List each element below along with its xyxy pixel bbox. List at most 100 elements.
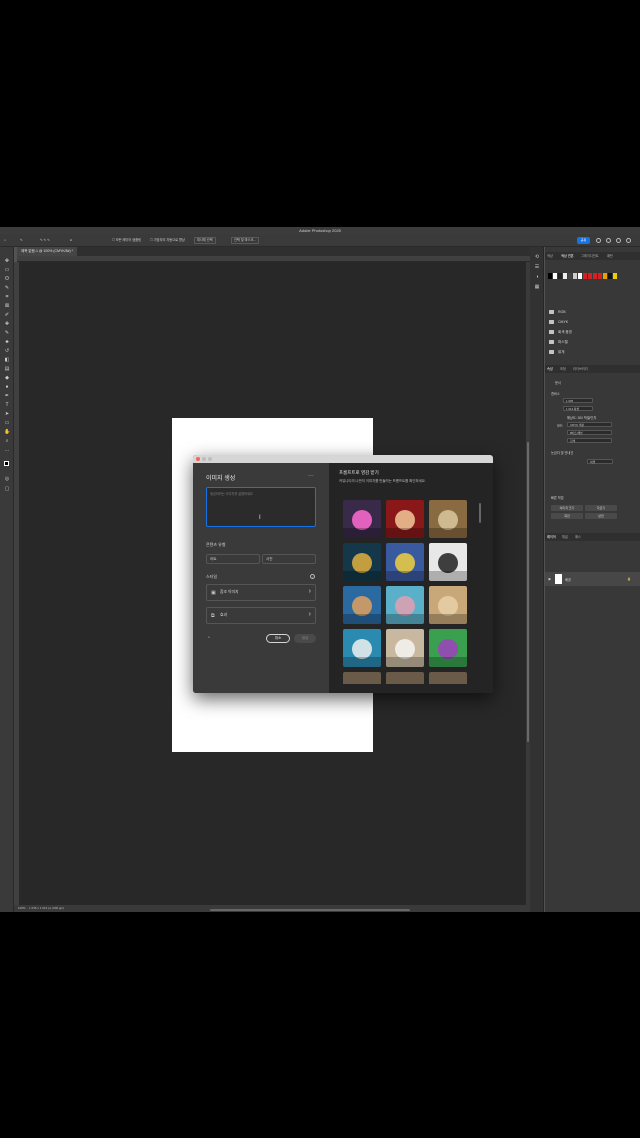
tab-layers[interactable]: 레이어 bbox=[547, 533, 556, 541]
inspiration-thumbnail-tropical-beach[interactable] bbox=[386, 586, 424, 624]
inspiration-thumbnail-party-lights[interactable] bbox=[343, 500, 381, 538]
scroll-thumb[interactable] bbox=[527, 442, 529, 742]
content-type-photo[interactable]: 사진 bbox=[262, 554, 316, 564]
crop-button[interactable]: 자르기 bbox=[585, 505, 617, 511]
swatch-folder-pastel[interactable]: 파스텔 bbox=[549, 338, 634, 347]
tab-properties[interactable]: 속성 bbox=[547, 365, 553, 373]
cancel-button[interactable]: 취소 bbox=[266, 634, 290, 643]
eyedropper-tool-icon[interactable]: ✐ bbox=[4, 313, 10, 318]
foreground-color-swatch[interactable] bbox=[4, 461, 9, 466]
inspiration-thumbnail-partial[interactable] bbox=[343, 672, 381, 684]
path-selection-icon[interactable]: ➤ bbox=[4, 412, 10, 417]
inspiration-thumbnail-tree-emblem[interactable] bbox=[429, 543, 467, 581]
close-dot-icon[interactable] bbox=[196, 457, 200, 461]
hand-tool-icon[interactable]: ✋ bbox=[4, 430, 10, 435]
image-size-button[interactable]: 이미지 크기 bbox=[551, 505, 583, 511]
inspiration-thumbnail-partial[interactable] bbox=[429, 672, 467, 684]
select-and-mask-button[interactable]: 선택 및 마스크... bbox=[231, 237, 260, 244]
adjustments-icon[interactable]: ◑ bbox=[534, 275, 540, 280]
zoom-tool-icon[interactable]: ⌕ bbox=[4, 439, 10, 444]
auto-enhance-checkbox[interactable]: ☐ 가장자리 자동으로 향상 bbox=[150, 237, 185, 243]
bit-depth-select[interactable]: 8비트/채널 bbox=[567, 430, 612, 435]
history-brush-icon[interactable]: ↺ bbox=[4, 349, 10, 354]
move-tool-icon[interactable]: ✥ bbox=[4, 259, 10, 264]
swatch-folder-grayscale[interactable]: 회색 음영 bbox=[549, 328, 634, 337]
inspiration-thumbnail-coffee-cup[interactable] bbox=[343, 629, 381, 667]
properties-icon[interactable]: ☰ bbox=[534, 265, 540, 270]
visibility-eye-icon[interactable]: ◉ bbox=[548, 577, 551, 581]
home-icon[interactable]: ⌂ bbox=[4, 237, 6, 243]
generate-button[interactable]: 생성 bbox=[294, 634, 316, 643]
sample-all-layers-checkbox[interactable]: ☐ 모든 레이어 샘플링 bbox=[112, 237, 141, 243]
cloud-icon[interactable] bbox=[596, 238, 601, 243]
tab-channels[interactable]: 채널 bbox=[562, 533, 568, 541]
quick-mask-icon[interactable]: ◎ bbox=[4, 477, 10, 482]
tab-paths[interactable]: 패스 bbox=[575, 533, 581, 541]
brush-tool-icon[interactable]: ✎ bbox=[4, 331, 10, 336]
effects-row[interactable]: ⧉ 효과 › bbox=[206, 607, 316, 624]
zoom-dot-icon[interactable] bbox=[208, 457, 212, 461]
swatch[interactable] bbox=[613, 273, 618, 279]
inspiration-thumbnail-neon-horse[interactable] bbox=[429, 629, 467, 667]
inspiration-thumbnail-soccer-player[interactable] bbox=[386, 543, 424, 581]
dodge-tool-icon[interactable]: ● bbox=[4, 385, 10, 390]
mode-select[interactable]: CMYK 색상 bbox=[567, 422, 612, 427]
history-icon[interactable]: ⟲ bbox=[534, 255, 540, 260]
prompt-input[interactable]: 생성하려는 이미지를 설명하세요 I bbox=[206, 487, 316, 527]
tab-color[interactable]: 색상 bbox=[547, 252, 553, 260]
inspiration-thumbnail-cartoon-girl[interactable] bbox=[343, 586, 381, 624]
height-field[interactable]: 1 613 픽셀 bbox=[563, 406, 593, 411]
brush-size-icon[interactable]: ● bbox=[70, 237, 72, 243]
guides-unit-select[interactable]: 픽셀 bbox=[587, 459, 613, 464]
blur-tool-icon[interactable]: ◆ bbox=[4, 376, 10, 381]
inspiration-thumbnail-desert-castle[interactable] bbox=[429, 586, 467, 624]
minimize-dot-icon[interactable] bbox=[202, 457, 206, 461]
libraries-icon[interactable]: ▦ bbox=[534, 285, 540, 290]
width-field[interactable]: 1 035 bbox=[563, 398, 593, 403]
tab-patterns[interactable]: 패턴 bbox=[607, 252, 613, 260]
tab-swatches[interactable]: 색상 견본 bbox=[561, 252, 574, 260]
tab-libraries[interactable]: 라이브러리 bbox=[573, 365, 588, 373]
inspiration-thumbnail-fantasy-city[interactable] bbox=[343, 543, 381, 581]
share-button[interactable]: 공유 bbox=[577, 237, 590, 244]
inspiration-thumbnail-partial[interactable] bbox=[386, 672, 424, 684]
quick-select-tool-icon[interactable]: ✎ bbox=[20, 237, 23, 243]
inspiration-thumbnail-vases[interactable] bbox=[429, 500, 467, 538]
flip-button[interactable]: 반전 bbox=[585, 513, 617, 519]
type-tool-icon[interactable]: T bbox=[4, 403, 10, 408]
info-icon[interactable]: i bbox=[310, 574, 315, 579]
inspiration-thumbnail-milkshake[interactable] bbox=[386, 500, 424, 538]
marquee-tool-icon[interactable]: ▭ bbox=[4, 268, 10, 273]
eraser-tool-icon[interactable]: ◧ bbox=[4, 358, 10, 363]
brush-mode-icons[interactable]: ✎ ✎ ✎ bbox=[40, 237, 50, 243]
content-type-art[interactable]: 아트 bbox=[206, 554, 260, 564]
horizontal-scroll-thumb[interactable] bbox=[210, 909, 410, 911]
gradient-tool-icon[interactable]: ▤ bbox=[4, 367, 10, 372]
healing-brush-icon[interactable]: ✚ bbox=[4, 322, 10, 327]
reference-image-row[interactable]: ▣ 참조 이미지 › bbox=[206, 584, 316, 601]
swatch-folder-light[interactable]: 밝게 bbox=[549, 348, 634, 357]
tab-gradients[interactable]: 그레이디언트 bbox=[581, 252, 599, 260]
layer-row-background[interactable]: ◉ 배경 🔒 bbox=[545, 572, 640, 586]
lasso-tool-icon[interactable]: ʘ bbox=[4, 277, 10, 282]
more-options-icon[interactable]: ··· bbox=[308, 473, 314, 479]
search-icon[interactable] bbox=[606, 238, 611, 243]
swatch-folder-rgb[interactable]: RGB bbox=[549, 308, 634, 317]
select-subject-button[interactable]: 피사체 선택 bbox=[194, 237, 216, 244]
swatch-folder-cmyk[interactable]: CMYK bbox=[549, 318, 634, 327]
more-tools-icon[interactable]: … bbox=[4, 448, 10, 453]
clone-stamp-icon[interactable]: ♣ bbox=[4, 340, 10, 345]
help-icon[interactable]: ◔ bbox=[207, 635, 210, 641]
crop-tool-icon[interactable]: ⌗ bbox=[4, 295, 10, 300]
tab-adjustments[interactable]: 조정 bbox=[560, 365, 566, 373]
quick-selection-tool-icon[interactable]: ✎ bbox=[4, 286, 10, 291]
grid-scrollbar[interactable] bbox=[479, 503, 481, 523]
screen-mode-icon[interactable]: ▢ bbox=[4, 487, 10, 492]
inspiration-thumbnail-paper-note[interactable] bbox=[386, 629, 424, 667]
document-tab[interactable]: 제목 없음-1 @ 100% (CMYK/8#) * bbox=[17, 247, 78, 256]
rotate-button[interactable]: 회전 bbox=[551, 513, 583, 519]
pen-tool-icon[interactable]: ✒ bbox=[4, 394, 10, 399]
workspace-icon[interactable] bbox=[616, 238, 621, 243]
frame-tool-icon[interactable]: ⊠ bbox=[4, 304, 10, 309]
shape-tool-icon[interactable]: ▭ bbox=[4, 421, 10, 426]
